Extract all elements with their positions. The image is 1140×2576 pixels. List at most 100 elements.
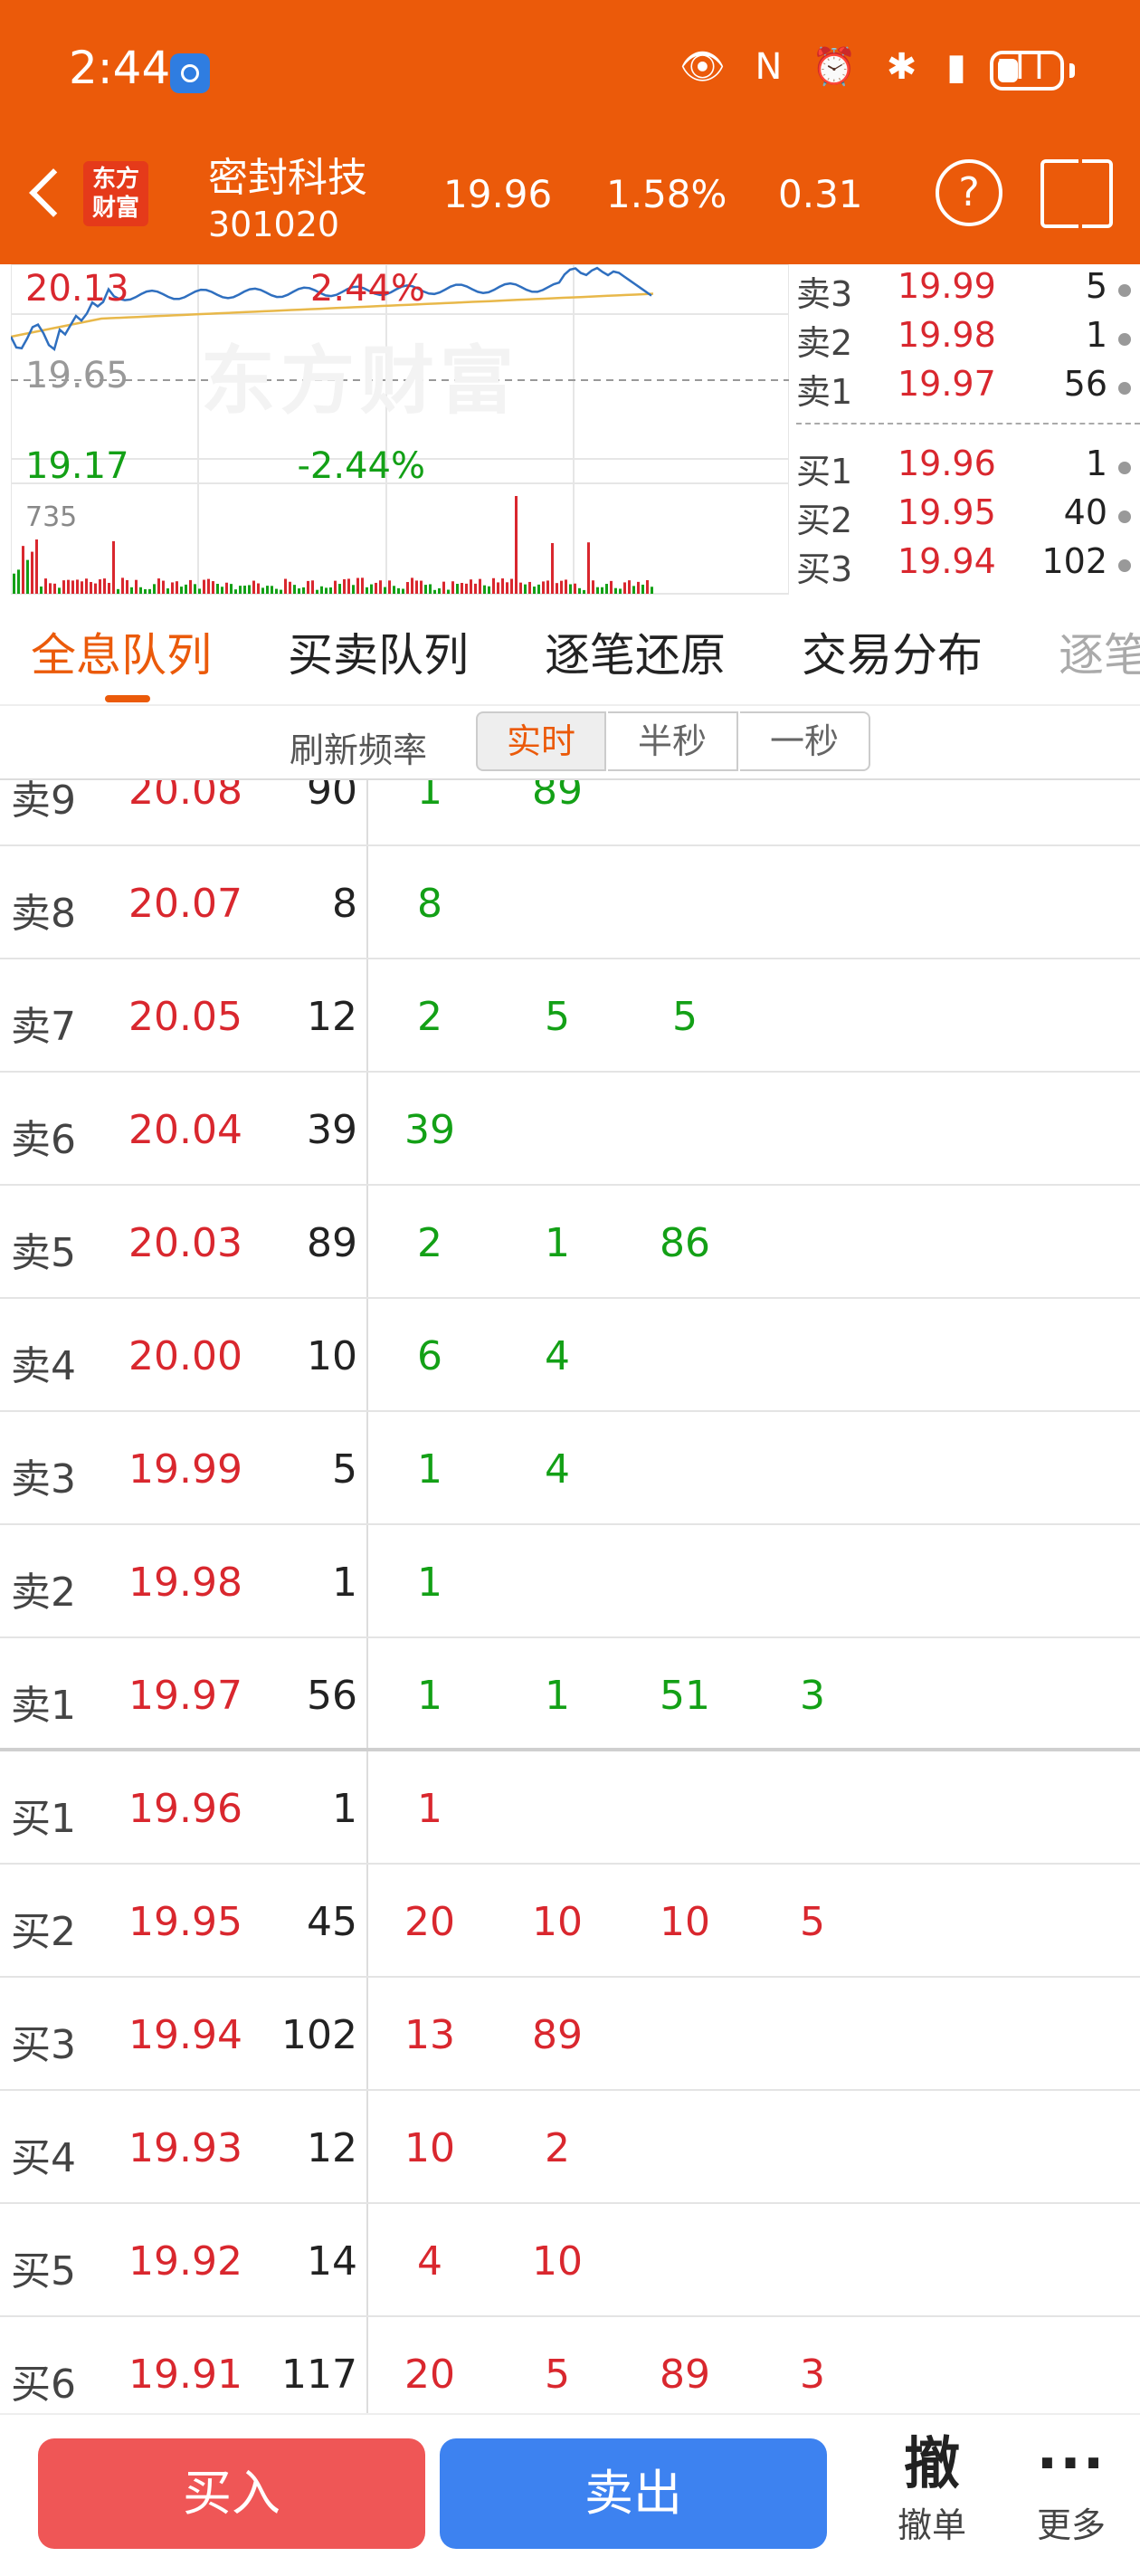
help-button[interactable]: ? xyxy=(936,159,1002,226)
cancel-order-label: 撤单 xyxy=(897,2505,966,2545)
more-label: 更多 xyxy=(1036,2505,1106,2545)
volume-bar xyxy=(551,543,554,594)
queue-price: 19.94 xyxy=(128,2012,242,2058)
queue-total-volume: 45 xyxy=(307,1899,357,1945)
queue-tabs: 全息队列 买卖队列 逐笔还原 交易分布 逐笔 xyxy=(0,597,1140,706)
volume-bar xyxy=(574,583,576,594)
queue-order-volume: 39 xyxy=(404,1107,455,1153)
queue-order-volume: 89 xyxy=(532,780,583,814)
order-book-depth[interactable]: 卖3 19.99 5 卖2 19.98 1 卖1 19.97 56 买1 19.… xyxy=(796,264,1140,596)
volume-bar xyxy=(619,588,622,594)
volume-bar xyxy=(148,588,151,594)
refresh-option-one-second[interactable]: 一秒 xyxy=(740,711,870,771)
volume-bar xyxy=(171,582,174,594)
cancel-order-button[interactable]: 撤 撤单 xyxy=(869,2428,995,2563)
queue-row[interactable]: 卖7 20.05 12 2 5 5 xyxy=(0,959,1140,1073)
volume-bar xyxy=(35,539,38,594)
refresh-option-half-second[interactable]: 半秒 xyxy=(608,711,738,771)
volume-bar xyxy=(252,580,255,594)
queue-level-label: 买2 xyxy=(11,1909,76,1955)
more-button[interactable]: ··· 更多 xyxy=(1008,2428,1135,2563)
volume-bar xyxy=(569,584,572,594)
stock-name[interactable]: 密封科技 xyxy=(208,145,367,203)
queue-level-label: 买4 xyxy=(11,2135,76,2181)
volume-bar xyxy=(492,577,495,594)
chart-up-pct: 2.44% xyxy=(309,268,425,310)
volume-bar xyxy=(325,587,328,594)
queue-row[interactable]: 买5 19.92 14 4 10 xyxy=(0,2204,1140,2317)
queue-row[interactable]: 卖3 19.99 5 1 4 xyxy=(0,1412,1140,1525)
tab-tick-restore[interactable]: 逐笔还原 xyxy=(545,619,726,684)
volume-bar xyxy=(180,587,183,594)
order-queue-table[interactable]: 卖9 20.08 90 1 89 卖8 20.07 8 8 卖7 20.05 12 2 5 5 卖6 20.04… xyxy=(0,780,1140,2413)
queue-order-volume: 10 xyxy=(532,2238,583,2285)
volume-bar xyxy=(76,579,79,594)
queue-row[interactable]: 买1 19.96 1 1 xyxy=(0,1751,1140,1865)
dot-icon xyxy=(1118,559,1131,572)
sell-button[interactable]: 卖出 xyxy=(440,2438,827,2549)
volume-bar xyxy=(578,587,581,594)
queue-row[interactable]: 卖9 20.08 90 1 89 xyxy=(0,780,1140,846)
queue-row[interactable]: 买6 19.91 117 20 5 89 3 xyxy=(0,2317,1140,2413)
intraday-chart[interactable]: 东方财富 20.13 19.65 19.17 2.44% -2.44% 735 xyxy=(9,263,790,596)
queue-price: 19.95 xyxy=(128,1899,242,1945)
queue-order-volume: 3 xyxy=(800,2352,825,2398)
back-button[interactable] xyxy=(20,163,74,226)
volume-bar xyxy=(488,586,490,594)
queue-row[interactable]: 买4 19.93 12 10 2 xyxy=(0,2091,1140,2204)
layout-switch-button[interactable] xyxy=(1040,159,1113,228)
queue-row[interactable]: 买2 19.95 45 20 10 10 5 xyxy=(0,1865,1140,1978)
volume-bar xyxy=(198,588,201,594)
queue-row[interactable]: 买3 19.94 102 13 89 xyxy=(0,1978,1140,2091)
volume-bar xyxy=(85,578,88,594)
volume-bar xyxy=(126,579,128,594)
queue-price: 20.03 xyxy=(128,1220,242,1266)
app-logo: 东方 财富 xyxy=(83,161,148,226)
volume-bar xyxy=(375,582,377,594)
volume-bar xyxy=(189,579,192,594)
volume-bar xyxy=(280,589,282,594)
volume-bar xyxy=(528,581,531,594)
mini-chart-panel[interactable]: 东方财富 20.13 19.65 19.17 2.44% -2.44% 735 … xyxy=(0,263,1140,596)
queue-order-volume: 10 xyxy=(532,1899,583,1945)
queue-row[interactable]: 卖6 20.04 39 39 xyxy=(0,1073,1140,1186)
buy-button[interactable]: 买入 xyxy=(38,2438,425,2549)
volume-bar xyxy=(243,586,246,594)
tab-trade-distribution[interactable]: 交易分布 xyxy=(802,619,983,684)
tab-full-queue[interactable]: 全息队列 xyxy=(31,619,212,684)
tab-bid-ask-queue[interactable]: 买卖队列 xyxy=(288,619,469,684)
queue-row[interactable]: 卖1 19.97 56 1 1 51 3 xyxy=(0,1638,1140,1751)
refresh-option-realtime[interactable]: 实时 xyxy=(476,711,606,771)
queue-row[interactable]: 卖5 20.03 89 2 1 86 xyxy=(0,1186,1140,1299)
volume-bar xyxy=(275,588,278,594)
queue-total-volume: 89 xyxy=(307,1220,357,1266)
queue-level-label: 卖6 xyxy=(11,1117,76,1163)
queue-order-volume: 5 xyxy=(545,994,570,1040)
header-price: 19.96 xyxy=(443,172,553,216)
volume-bar xyxy=(302,587,305,594)
volume-bar xyxy=(307,580,309,594)
volume-bar xyxy=(248,585,251,594)
queue-total-volume: 39 xyxy=(307,1107,357,1153)
queue-row[interactable]: 卖8 20.07 8 8 xyxy=(0,846,1140,959)
volume-bar xyxy=(519,582,522,594)
volume-bar xyxy=(628,580,631,594)
volume-bar xyxy=(221,587,223,594)
volume-bar xyxy=(203,579,205,594)
volume-bar xyxy=(62,580,65,594)
queue-order-volume: 13 xyxy=(404,2012,455,2058)
volume-bar xyxy=(216,584,219,594)
queue-row[interactable]: 卖4 20.00 10 6 4 xyxy=(0,1299,1140,1412)
queue-order-volume: 89 xyxy=(532,2012,583,2058)
queue-order-volume: 20 xyxy=(404,2352,455,2398)
volume-bar xyxy=(139,587,142,594)
queue-row[interactable]: 卖2 19.98 1 1 xyxy=(0,1525,1140,1638)
queue-order-volume: 1 xyxy=(417,1446,442,1493)
queue-total-volume: 5 xyxy=(332,1446,357,1493)
volume-bar xyxy=(121,577,124,594)
volume-bar xyxy=(546,580,549,594)
queue-order-volume: 1 xyxy=(545,1673,570,1719)
queue-level-label: 买5 xyxy=(11,2248,76,2295)
queue-order-volume: 51 xyxy=(660,1673,710,1719)
tab-tick[interactable]: 逐笔 xyxy=(1059,619,1140,684)
